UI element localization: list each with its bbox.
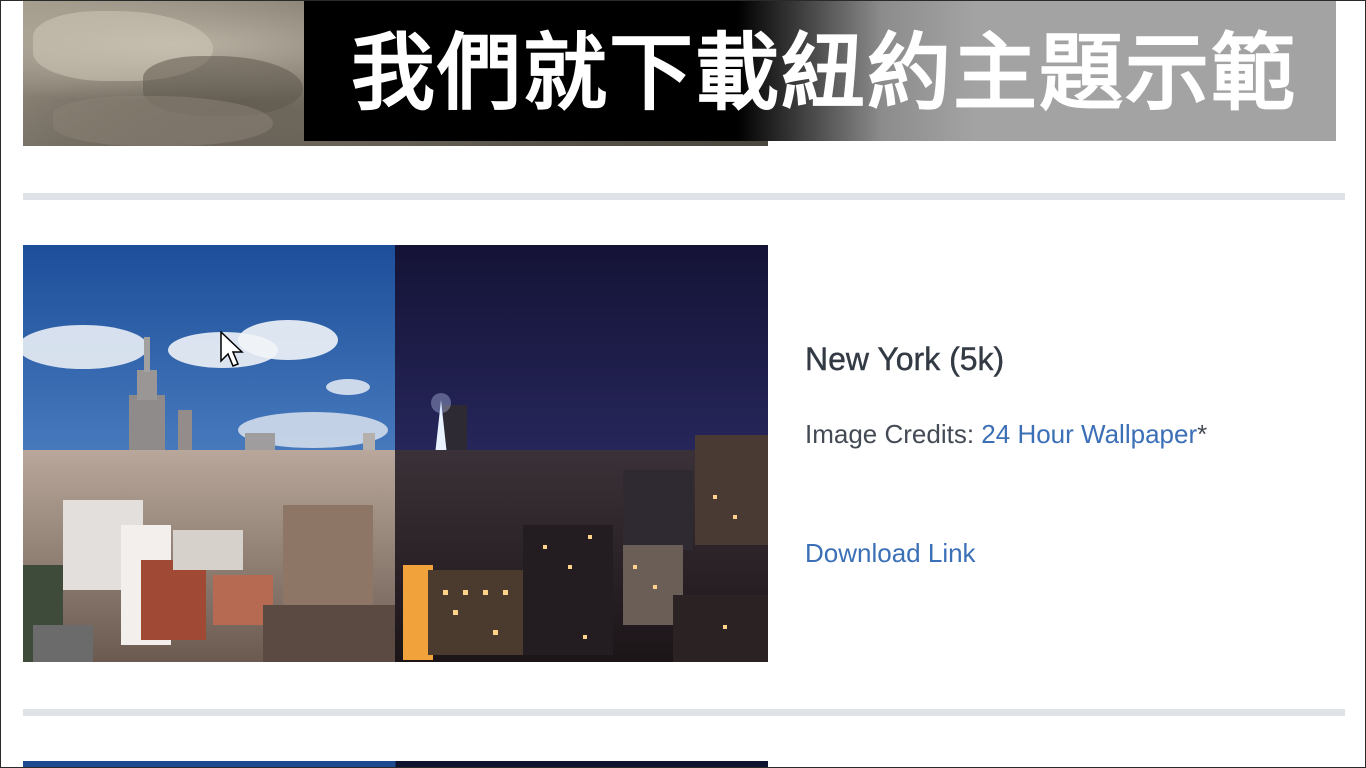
image-credits: Image Credits: 24 Hour Wallpaper* [805,419,1207,450]
screen: 我們就下載紐約主題示範 New York (5k) Image Credits:… [0,0,1366,768]
credits-label: Image Credits: [805,419,982,449]
new-york-wallpaper-image[interactable] [23,245,768,662]
new-york-day-night-preview [23,245,768,662]
next-wallpaper-image[interactable] [23,761,768,767]
section-divider [23,709,1345,716]
wallpaper-title: New York (5k) [805,341,1005,377]
section-divider [23,193,1345,200]
credits-suffix: * [1197,419,1208,449]
credits-link[interactable]: 24 Hour Wallpaper [981,419,1197,449]
caption-text: 我們就下載紐約主題示範 [351,24,1298,122]
mouse-cursor-icon [220,330,244,369]
download-link[interactable]: Download Link [805,538,976,569]
rock-ledge [53,96,273,146]
